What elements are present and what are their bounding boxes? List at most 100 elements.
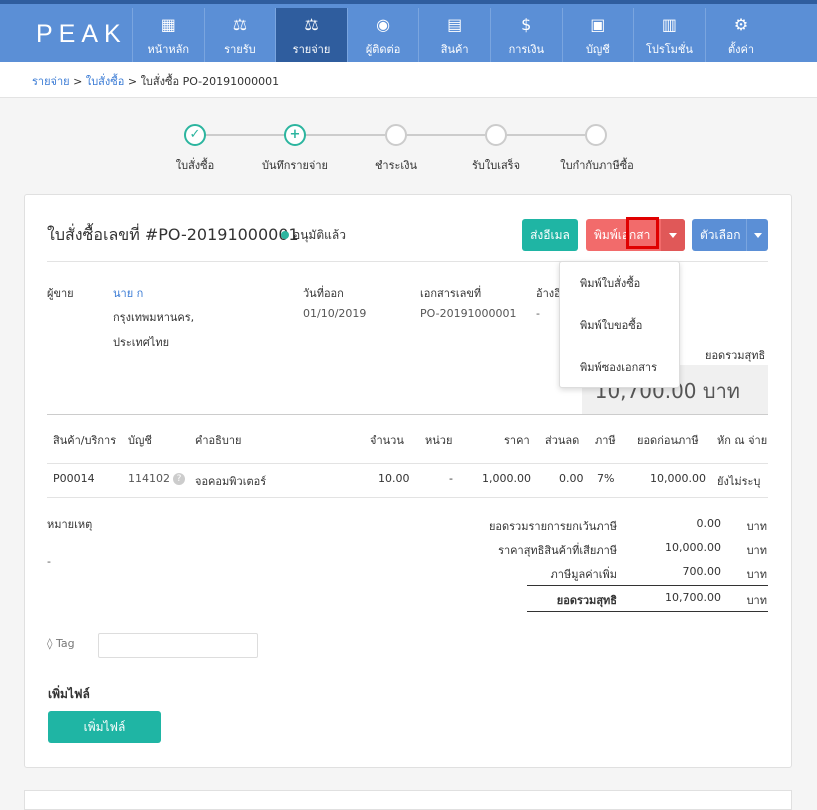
item-withholding: ยังไม่ระบุ bbox=[717, 475, 761, 488]
doc-number-value: PO-20191000001 bbox=[420, 307, 517, 320]
step-connector bbox=[305, 134, 385, 136]
tag-input[interactable] bbox=[98, 633, 258, 658]
status-dot-icon bbox=[281, 231, 289, 239]
breadcrumb-separator: > bbox=[73, 75, 83, 88]
item-description: จอคอมพิวเตอร์ bbox=[195, 475, 267, 488]
step-po-check-icon[interactable]: ✓ bbox=[184, 124, 206, 146]
col-withholding: หัก ณ จ่าย bbox=[717, 434, 768, 447]
nav-settings[interactable]: ⚙ ตั้งค่า bbox=[704, 8, 777, 66]
nav-accounting[interactable]: ▣ บัญชี bbox=[561, 8, 634, 66]
summary-net-label: ยอดรวมสุทธิ bbox=[556, 594, 617, 607]
grid-icon: ▦ bbox=[160, 15, 176, 34]
summary-vat-unit: บาท bbox=[746, 568, 767, 581]
money-bag-icon: $ bbox=[521, 15, 532, 34]
step-label-expense: บันทึกรายจ่าย bbox=[261, 159, 329, 172]
briefcase-icon: ▣ bbox=[590, 15, 606, 34]
help-question-icon[interactable]: ? bbox=[173, 473, 185, 485]
step-expense-plus-icon[interactable]: + bbox=[284, 124, 306, 146]
gear-icon: ⚙ bbox=[733, 15, 749, 34]
vendor-label: ผู้ขาย bbox=[47, 287, 74, 300]
page-title: ใบสั่งซื้อเลขที่ #PO-20191000001 bbox=[47, 225, 299, 244]
summary-taxable-value: 10,000.00 bbox=[665, 541, 721, 554]
net-total-label: ยอดรวมสุทธิ bbox=[705, 349, 766, 362]
summary-vat-label: ภาษีมูลค่าเพิ่ม bbox=[550, 568, 617, 581]
col-account: บัญชี bbox=[128, 434, 152, 447]
summary-line bbox=[527, 585, 768, 586]
summary-exempt-unit: บาท bbox=[746, 520, 767, 533]
workflow-steps: ✓ + ใบสั่งซื้อ บันทึกรายจ่าย ชำระเงิน รั… bbox=[0, 120, 817, 180]
account-code: 114102 bbox=[128, 472, 170, 485]
status-badge: อนุมัติแล้ว bbox=[281, 226, 346, 245]
table-top-border bbox=[47, 414, 768, 415]
step-payment-circle bbox=[385, 124, 407, 146]
step-connector bbox=[405, 134, 485, 136]
issue-date-value: 01/10/2019 bbox=[303, 307, 367, 320]
notes-label: หมายเหตุ bbox=[47, 518, 93, 531]
item-tax: 7% bbox=[597, 472, 615, 485]
print-dropdown-menu: พิมพ์ใบสั่งซื้อ พิมพ์ใบขอซื้อ พิมพ์ซองเอ… bbox=[559, 261, 680, 388]
secondary-card bbox=[24, 790, 792, 810]
options-button[interactable]: ตัวเลือก bbox=[692, 219, 768, 251]
step-label-po: ใบสั่งซื้อ bbox=[175, 159, 215, 172]
summary-exempt-value: 0.00 bbox=[696, 517, 722, 530]
print-dropdown-toggle[interactable] bbox=[661, 219, 685, 251]
summary-net-unit: บาท bbox=[746, 594, 767, 607]
breadcrumb-separator: > bbox=[127, 75, 138, 88]
doc-number-label: เอกสารเลขที่ bbox=[420, 287, 482, 300]
col-description: คำอธิบาย bbox=[195, 434, 242, 447]
summary-taxable-unit: บาท bbox=[746, 544, 767, 557]
nav-promotion[interactable]: ▥ โปรโมชั่น bbox=[633, 8, 705, 66]
col-unit: หน่วย bbox=[425, 434, 453, 447]
print-po-item[interactable]: พิมพ์ใบสั่งซื้อ bbox=[560, 265, 679, 307]
nav-products[interactable]: ▤ สินค้า bbox=[418, 8, 490, 66]
item-price: 1,000.00 bbox=[482, 472, 531, 485]
scale-out-icon: ⚖ bbox=[304, 15, 319, 34]
caret-down-icon bbox=[669, 233, 677, 238]
step-receipt-circle bbox=[485, 124, 507, 146]
col-product: สินค้า/บริการ bbox=[53, 434, 117, 447]
scale-in-icon: ⚖ bbox=[232, 15, 248, 34]
tag-label: ◊ Tag bbox=[47, 637, 75, 650]
issue-date-label: วันที่ออก bbox=[303, 287, 344, 300]
divider bbox=[47, 497, 768, 498]
boxes-icon: ▤ bbox=[447, 15, 463, 34]
user-icon: ◉ bbox=[376, 15, 391, 34]
step-taxinvoice-circle bbox=[585, 124, 607, 146]
item-qty: 10.00 bbox=[378, 472, 410, 485]
options-dropdown-toggle[interactable] bbox=[746, 219, 768, 251]
print-envelope-item[interactable]: พิมพ์ซองเอกสาร bbox=[560, 349, 679, 391]
nav-contacts[interactable]: ◉ ผู้ติดต่อ bbox=[346, 8, 419, 66]
step-label-taxinvoice: ใบกำกับภาษีซื้อ bbox=[560, 159, 634, 172]
main-nav: ▦ หน้าหลัก ⚖ รายรับ ⚖ รายจ่าย ◉ ผู้ติดต่อ ▤ ส… bbox=[132, 8, 776, 66]
item-pretax: 10,000.00 bbox=[650, 472, 706, 485]
nav-finance[interactable]: $ การเงิน bbox=[489, 8, 562, 66]
step-label-payment: ชำระเงิน bbox=[374, 159, 418, 172]
summary-taxable-label: ราคาสุทธิสินค้าที่เสียภาษี bbox=[498, 544, 617, 557]
step-label-receipt: รับใบเสร็จ bbox=[471, 159, 521, 172]
breadcrumb-po-list[interactable]: ใบสั่งซื้อ bbox=[86, 75, 125, 88]
nav-home[interactable]: ▦ หน้าหลัก bbox=[132, 8, 204, 66]
nav-income[interactable]: ⚖ รายรับ bbox=[203, 8, 276, 66]
step-connector bbox=[205, 134, 285, 136]
print-pr-item[interactable]: พิมพ์ใบขอซื้อ bbox=[560, 307, 679, 349]
breadcrumb-current: ใบสั่งซื้อ PO-20191000001 bbox=[140, 75, 280, 88]
highlight-box bbox=[626, 217, 659, 249]
col-discount: ส่วนลด bbox=[545, 434, 580, 447]
peak-logo[interactable]: PEAK bbox=[36, 20, 127, 49]
summary-line bbox=[527, 611, 768, 612]
add-file-button[interactable]: เพิ่มไฟล์ bbox=[48, 711, 161, 743]
top-navbar: PEAK ▦ หน้าหลัก ⚖ รายรับ ⚖ รายจ่าย ◉ ผู้ติดต… bbox=[0, 0, 817, 66]
col-qty: จำนวน bbox=[370, 434, 404, 447]
product-code-link[interactable]: P00014 bbox=[53, 472, 95, 485]
item-unit: - bbox=[449, 472, 453, 485]
breadcrumb-expense[interactable]: รายจ่าย bbox=[32, 75, 70, 88]
reference-label: อ้างอิ bbox=[536, 287, 561, 300]
send-email-button[interactable]: ส่งอีเมล bbox=[522, 219, 578, 251]
vendor-name-link[interactable]: นาย ก bbox=[113, 284, 143, 302]
item-discount: 0.00 bbox=[559, 472, 584, 485]
reference-value: - bbox=[536, 307, 540, 320]
divider bbox=[47, 463, 768, 464]
nav-expense[interactable]: ⚖ รายจ่าย bbox=[275, 8, 347, 66]
tag-icon: ◊ bbox=[47, 637, 56, 650]
col-price: ราคา bbox=[504, 434, 530, 447]
